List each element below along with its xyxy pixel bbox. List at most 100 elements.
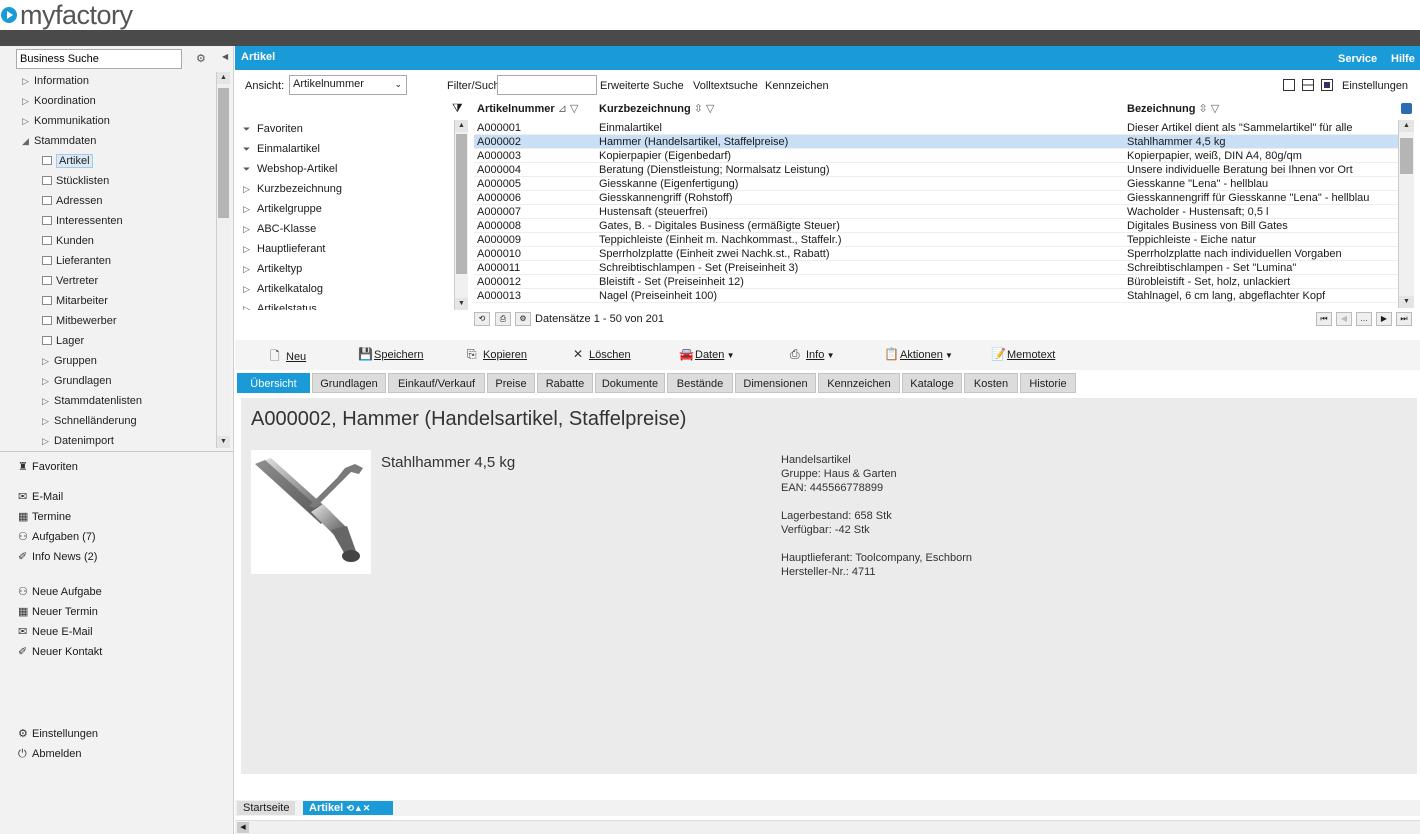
- new-link-2[interactable]: ✉ Neue E-Mail: [18, 622, 93, 642]
- tab-11[interactable]: Historie: [1020, 373, 1076, 393]
- col-artikelnummer[interactable]: Artikelnummer ⊿ ▽: [477, 102, 578, 115]
- quick-link-1[interactable]: ▦ Termine: [18, 507, 71, 527]
- hilfe-link[interactable]: Hilfe: [1391, 53, 1415, 65]
- new-link-0[interactable]: ⚇ Neue Aufgabe: [18, 582, 102, 602]
- table-row[interactable]: A000010 Sperrholzplatte (Einheit zwei Nac…: [474, 247, 1398, 261]
- nav-item-schnelländerung[interactable]: ▷ Schnelländerung: [42, 411, 137, 431]
- nav-item-stammdaten[interactable]: ◢ Stammdaten: [22, 131, 96, 151]
- sort-filter-icon[interactable]: ⇳ ▽: [694, 103, 715, 115]
- table-row[interactable]: A000006 Giesskannengriff (Rohstoff) Giessk…: [474, 191, 1398, 205]
- scroll-up-icon[interactable]: ▲: [1399, 120, 1414, 132]
- artikel-tab[interactable]: Artikel ⟲▲✕: [303, 801, 393, 815]
- erweiterte-suche-link[interactable]: Erweiterte Suche: [600, 80, 684, 92]
- table-row[interactable]: A000002 Hammer (Handelsartikel, Staffelpr…: [474, 135, 1398, 149]
- quick-link-3[interactable]: ✐ Info News (2): [18, 547, 97, 567]
- loeschen-button[interactable]: ✕ Löschen: [573, 347, 631, 361]
- horizontal-scrollbar[interactable]: ◀: [235, 820, 1420, 834]
- tab-1[interactable]: Grundlagen: [312, 373, 386, 393]
- scroll-thumb[interactable]: [456, 134, 467, 274]
- filter-item[interactable]: ▷ Artikeltyp: [243, 259, 302, 279]
- filter-item[interactable]: ▷ Hauptlieferant: [243, 239, 326, 259]
- view-single-icon[interactable]: [1283, 79, 1295, 91]
- filter-scrollbar[interactable]: ▲ ▼: [454, 120, 468, 310]
- filter-item[interactable]: ▷ Kurzbezeichnung: [243, 179, 342, 199]
- tab-5[interactable]: Dokumente: [595, 373, 665, 393]
- einstellungen-link[interactable]: ⚙ Einstellungen: [18, 724, 98, 744]
- next-page-icon[interactable]: ▶: [1376, 312, 1392, 326]
- nav-item-lager[interactable]: Lager: [42, 331, 84, 351]
- nav-item-grundlagen[interactable]: ▷ Grundlagen: [42, 371, 112, 391]
- abmelden-link[interactable]: ⏻ Abmelden: [18, 744, 82, 764]
- scroll-up-icon[interactable]: ▲: [455, 120, 468, 132]
- grid-settings-icon[interactable]: ⚙: [515, 312, 531, 326]
- nav-item-kunden[interactable]: Kunden: [42, 231, 94, 251]
- table-row[interactable]: A000001 Einmalartikel Dieser Artikel dient…: [474, 121, 1398, 135]
- more-pages-icon[interactable]: …: [1356, 312, 1372, 326]
- collapse-sidebar-icon[interactable]: ◀: [222, 52, 228, 61]
- neu-button[interactable]: 🗋 Neu: [270, 347, 306, 368]
- nav-item-koordination[interactable]: ▷ Koordination: [22, 91, 96, 111]
- last-page-icon[interactable]: ⏭: [1396, 312, 1412, 326]
- nav-item-adressen[interactable]: Adressen: [42, 191, 102, 211]
- nav-item-information[interactable]: ▷ Information: [22, 71, 89, 91]
- table-row[interactable]: A000004 Beratung (Dienstleistung; Normals…: [474, 163, 1398, 177]
- refresh-icon[interactable]: ⟲: [474, 312, 490, 326]
- view-split-icon[interactable]: [1302, 79, 1314, 91]
- scroll-thumb[interactable]: [218, 88, 229, 218]
- volltextsuche-link[interactable]: Volltextsuche: [693, 80, 758, 92]
- search-settings-icon[interactable]: ⚙: [196, 52, 206, 65]
- nav-item-lieferanten[interactable]: Lieferanten: [42, 251, 111, 271]
- service-link[interactable]: Service: [1338, 53, 1377, 65]
- scroll-down-icon[interactable]: ▼: [455, 298, 468, 310]
- filter-item[interactable]: ▷ Artikelkatalog: [243, 279, 323, 299]
- einstellungen-link[interactable]: Einstellungen: [1342, 80, 1408, 92]
- filter-item[interactable]: ⏷ Einmalartikel: [243, 139, 320, 159]
- nav-item-mitbewerber[interactable]: Mitbewerber: [42, 311, 117, 331]
- tab-0[interactable]: Übersicht: [237, 373, 310, 393]
- scroll-thumb[interactable]: [1400, 138, 1413, 174]
- myfactory-logo[interactable]: myfactory: [1, 0, 133, 30]
- table-row[interactable]: A000005 Giesskanne (Eigenfertigung) Giessk…: [474, 177, 1398, 191]
- new-link-3[interactable]: ✐ Neuer Kontakt: [18, 642, 102, 662]
- view-detail-icon[interactable]: [1321, 79, 1333, 91]
- pin-icon[interactable]: ▲: [354, 803, 363, 813]
- quick-link-0[interactable]: ✉ E-Mail: [18, 487, 63, 507]
- memotext-button[interactable]: 📝Memotext: [991, 347, 1055, 361]
- scroll-up-icon[interactable]: ▲: [217, 72, 230, 84]
- table-row[interactable]: A000011 Schreibtischlampen - Set (Preisei…: [474, 261, 1398, 275]
- filter-item[interactable]: ⏷ Favoriten: [243, 119, 303, 139]
- col-kurzbezeichnung[interactable]: Kurzbezeichnung ⇳ ▽: [599, 102, 714, 115]
- table-row[interactable]: A000007 Hustensaft (steuerfrei) Wacholder …: [474, 205, 1398, 219]
- scroll-down-icon[interactable]: ▼: [1399, 296, 1414, 308]
- nav-item-artikel[interactable]: Artikel: [42, 151, 93, 171]
- favoriten-link[interactable]: ♜ Favoriten: [18, 457, 78, 477]
- nav-item-gruppen[interactable]: ▷ Gruppen: [42, 351, 97, 371]
- new-link-1[interactable]: ▦ Neuer Termin: [18, 602, 98, 622]
- tab-2[interactable]: Einkauf/Verkauf: [388, 373, 485, 393]
- filter-item[interactable]: ⏷ Webshop-Artikel: [243, 159, 338, 179]
- col-bezeichnung[interactable]: Bezeichnung ⇳ ▽: [1127, 102, 1219, 115]
- filter-search-input[interactable]: [497, 75, 597, 95]
- first-page-icon[interactable]: ⏮: [1316, 312, 1332, 326]
- table-row[interactable]: A000012 Bleistift - Set (Preiseinheit 12)…: [474, 275, 1398, 289]
- nav-scrollbar[interactable]: ▲ ▼: [216, 72, 230, 448]
- table-row[interactable]: A000013 Nagel (Preiseinheit 100) Stahlnage…: [474, 289, 1398, 303]
- scroll-down-icon[interactable]: ▼: [217, 436, 230, 448]
- kopieren-button[interactable]: ⎘ Kopieren: [467, 347, 527, 362]
- prev-page-icon[interactable]: ◀: [1336, 312, 1352, 326]
- aktionen-menu-button[interactable]: 📋Aktionen ▼: [884, 347, 953, 361]
- filter-item[interactable]: ▷ ABC-Klasse: [243, 219, 316, 239]
- filter-item[interactable]: ▷ Artikelgruppe: [243, 199, 322, 219]
- nav-item-mitarbeiter[interactable]: Mitarbeiter: [42, 291, 108, 311]
- nav-item-stücklisten[interactable]: Stücklisten: [42, 171, 109, 191]
- business-search-input[interactable]: [16, 49, 182, 69]
- tab-8[interactable]: Kennzeichen: [818, 373, 900, 393]
- refresh-icon[interactable]: ⟲: [346, 803, 354, 813]
- table-row[interactable]: A000008 Gates, B. - Digitales Business (e…: [474, 219, 1398, 233]
- grid-scrollbar[interactable]: ▲ ▼: [1398, 120, 1414, 308]
- column-chooser-icon[interactable]: [1401, 103, 1412, 114]
- daten-menu-button[interactable]: 🚘Daten ▼: [679, 347, 735, 361]
- nav-item-kommunikation[interactable]: ▷ Kommunikation: [22, 111, 110, 131]
- nav-item-interessenten[interactable]: Interessenten: [42, 211, 123, 231]
- ansicht-select[interactable]: Artikelnummer ⌄: [289, 75, 407, 95]
